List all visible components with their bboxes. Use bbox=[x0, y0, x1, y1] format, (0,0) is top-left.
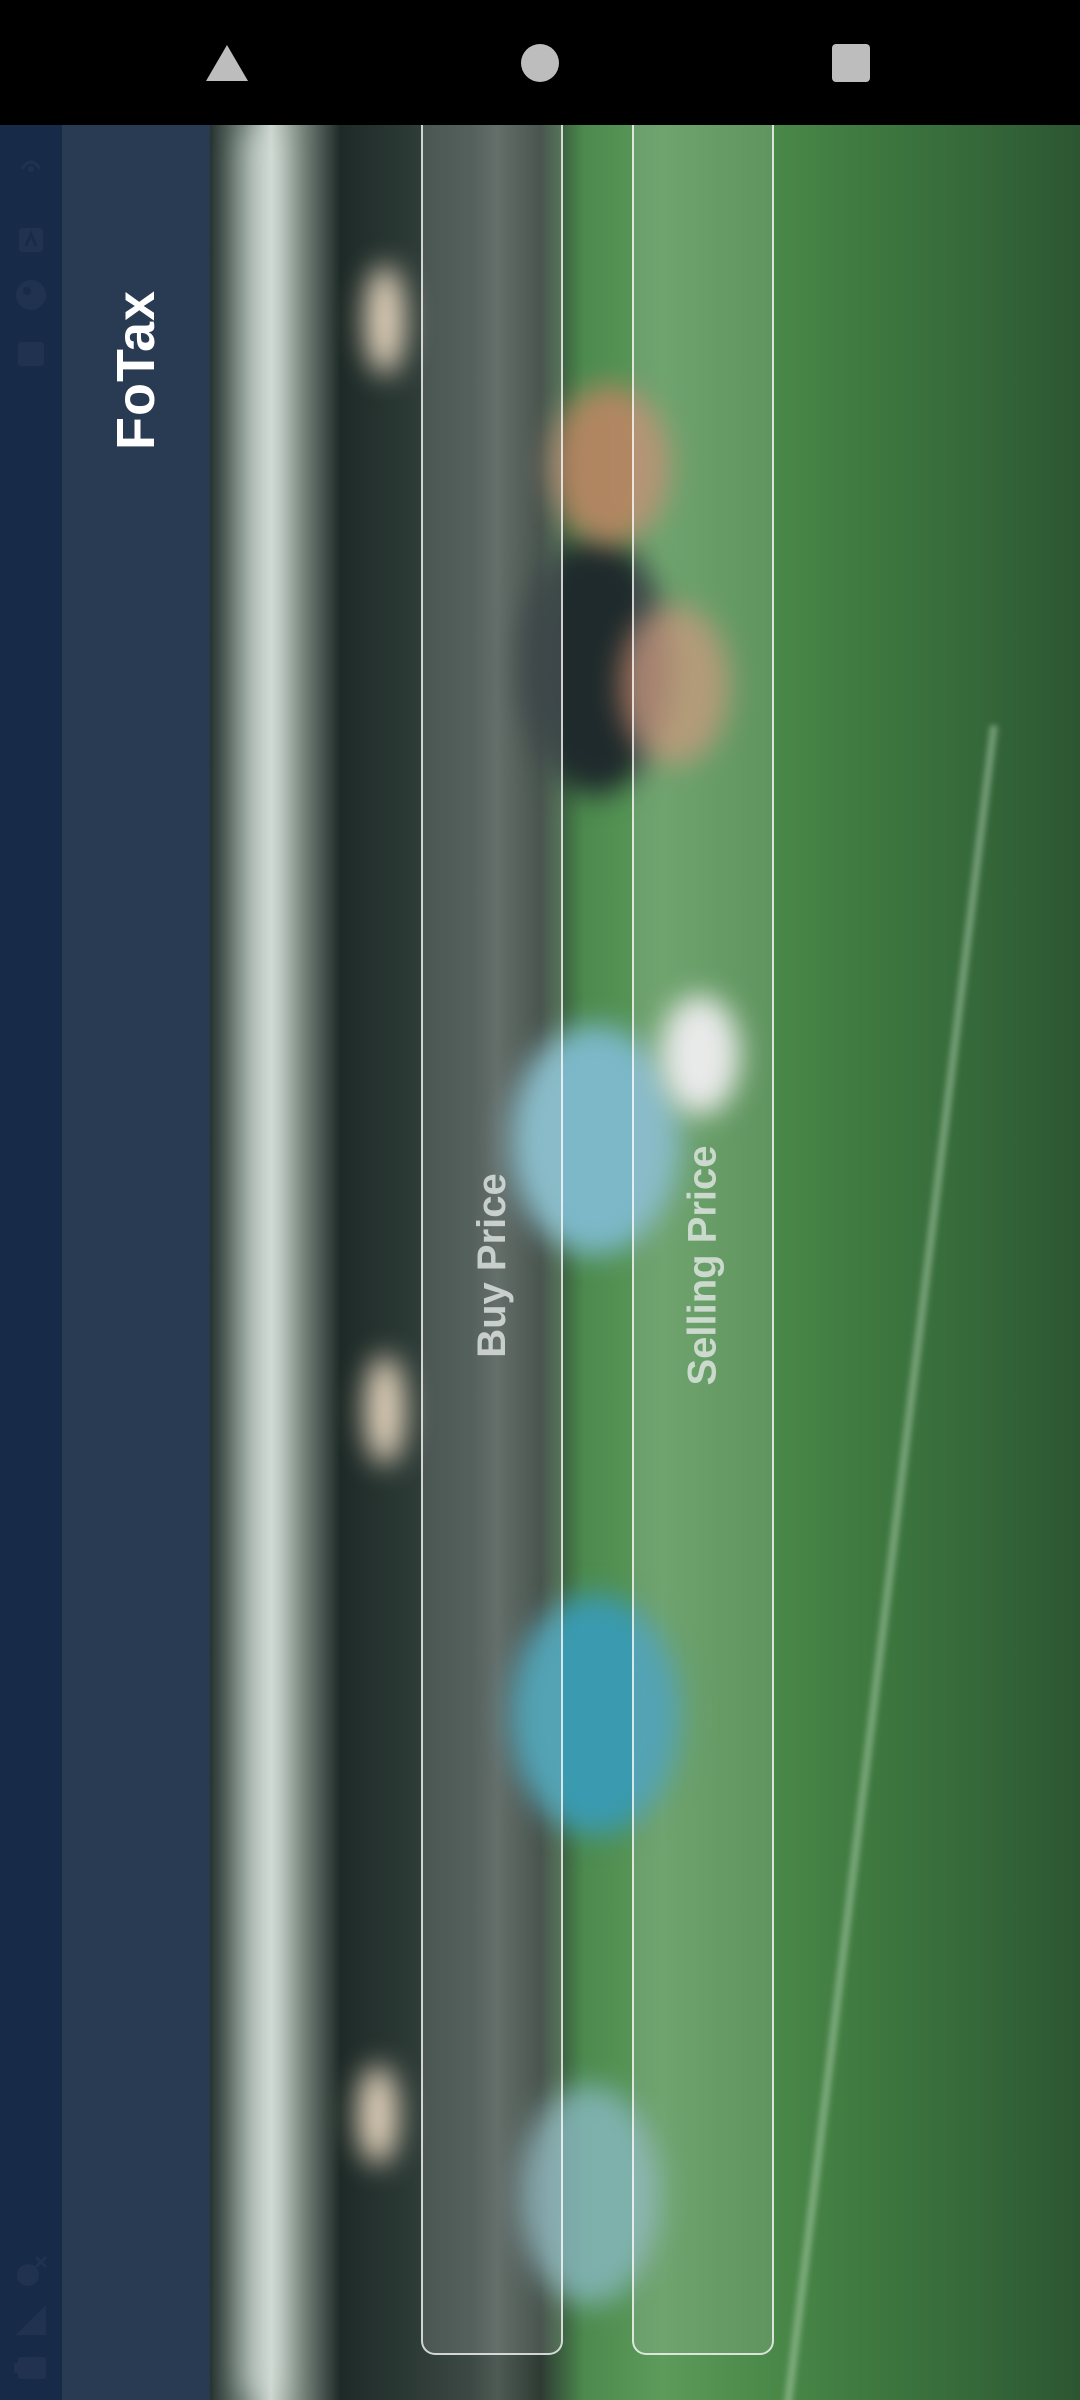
battery-icon bbox=[14, 2351, 48, 2385]
screen: FoTax Buy Price Selling Price bbox=[0, 0, 1080, 2400]
home-button[interactable] bbox=[497, 20, 583, 106]
signal-icon bbox=[14, 2303, 48, 2337]
status-bar bbox=[0, 125, 62, 2400]
message-icon bbox=[14, 337, 48, 371]
circle-home-icon bbox=[521, 44, 559, 82]
back-button[interactable] bbox=[184, 20, 270, 106]
square-recents-icon bbox=[832, 44, 870, 82]
app-title-container: FoTax bbox=[90, 290, 182, 450]
buy-price-label: Buy Price bbox=[469, 1172, 514, 1358]
app-title: FoTax bbox=[106, 289, 167, 451]
notification-a-icon bbox=[14, 223, 48, 257]
circle-app-icon bbox=[14, 278, 48, 312]
app-bar: FoTax bbox=[62, 125, 210, 2400]
recents-button[interactable] bbox=[808, 20, 894, 106]
triangle-back-icon bbox=[206, 45, 248, 81]
selling-price-field[interactable]: Selling Price bbox=[632, 125, 774, 2355]
selling-price-label: Selling Price bbox=[680, 1144, 725, 1386]
no-sim-icon bbox=[14, 2255, 48, 2289]
selling-price-label-container: Selling Price bbox=[634, 1145, 772, 1385]
navigation-bar bbox=[0, 0, 1080, 125]
buy-price-label-container: Buy Price bbox=[423, 1145, 561, 1385]
buy-price-field[interactable]: Buy Price bbox=[421, 125, 563, 2355]
wifi-icon bbox=[14, 145, 48, 179]
